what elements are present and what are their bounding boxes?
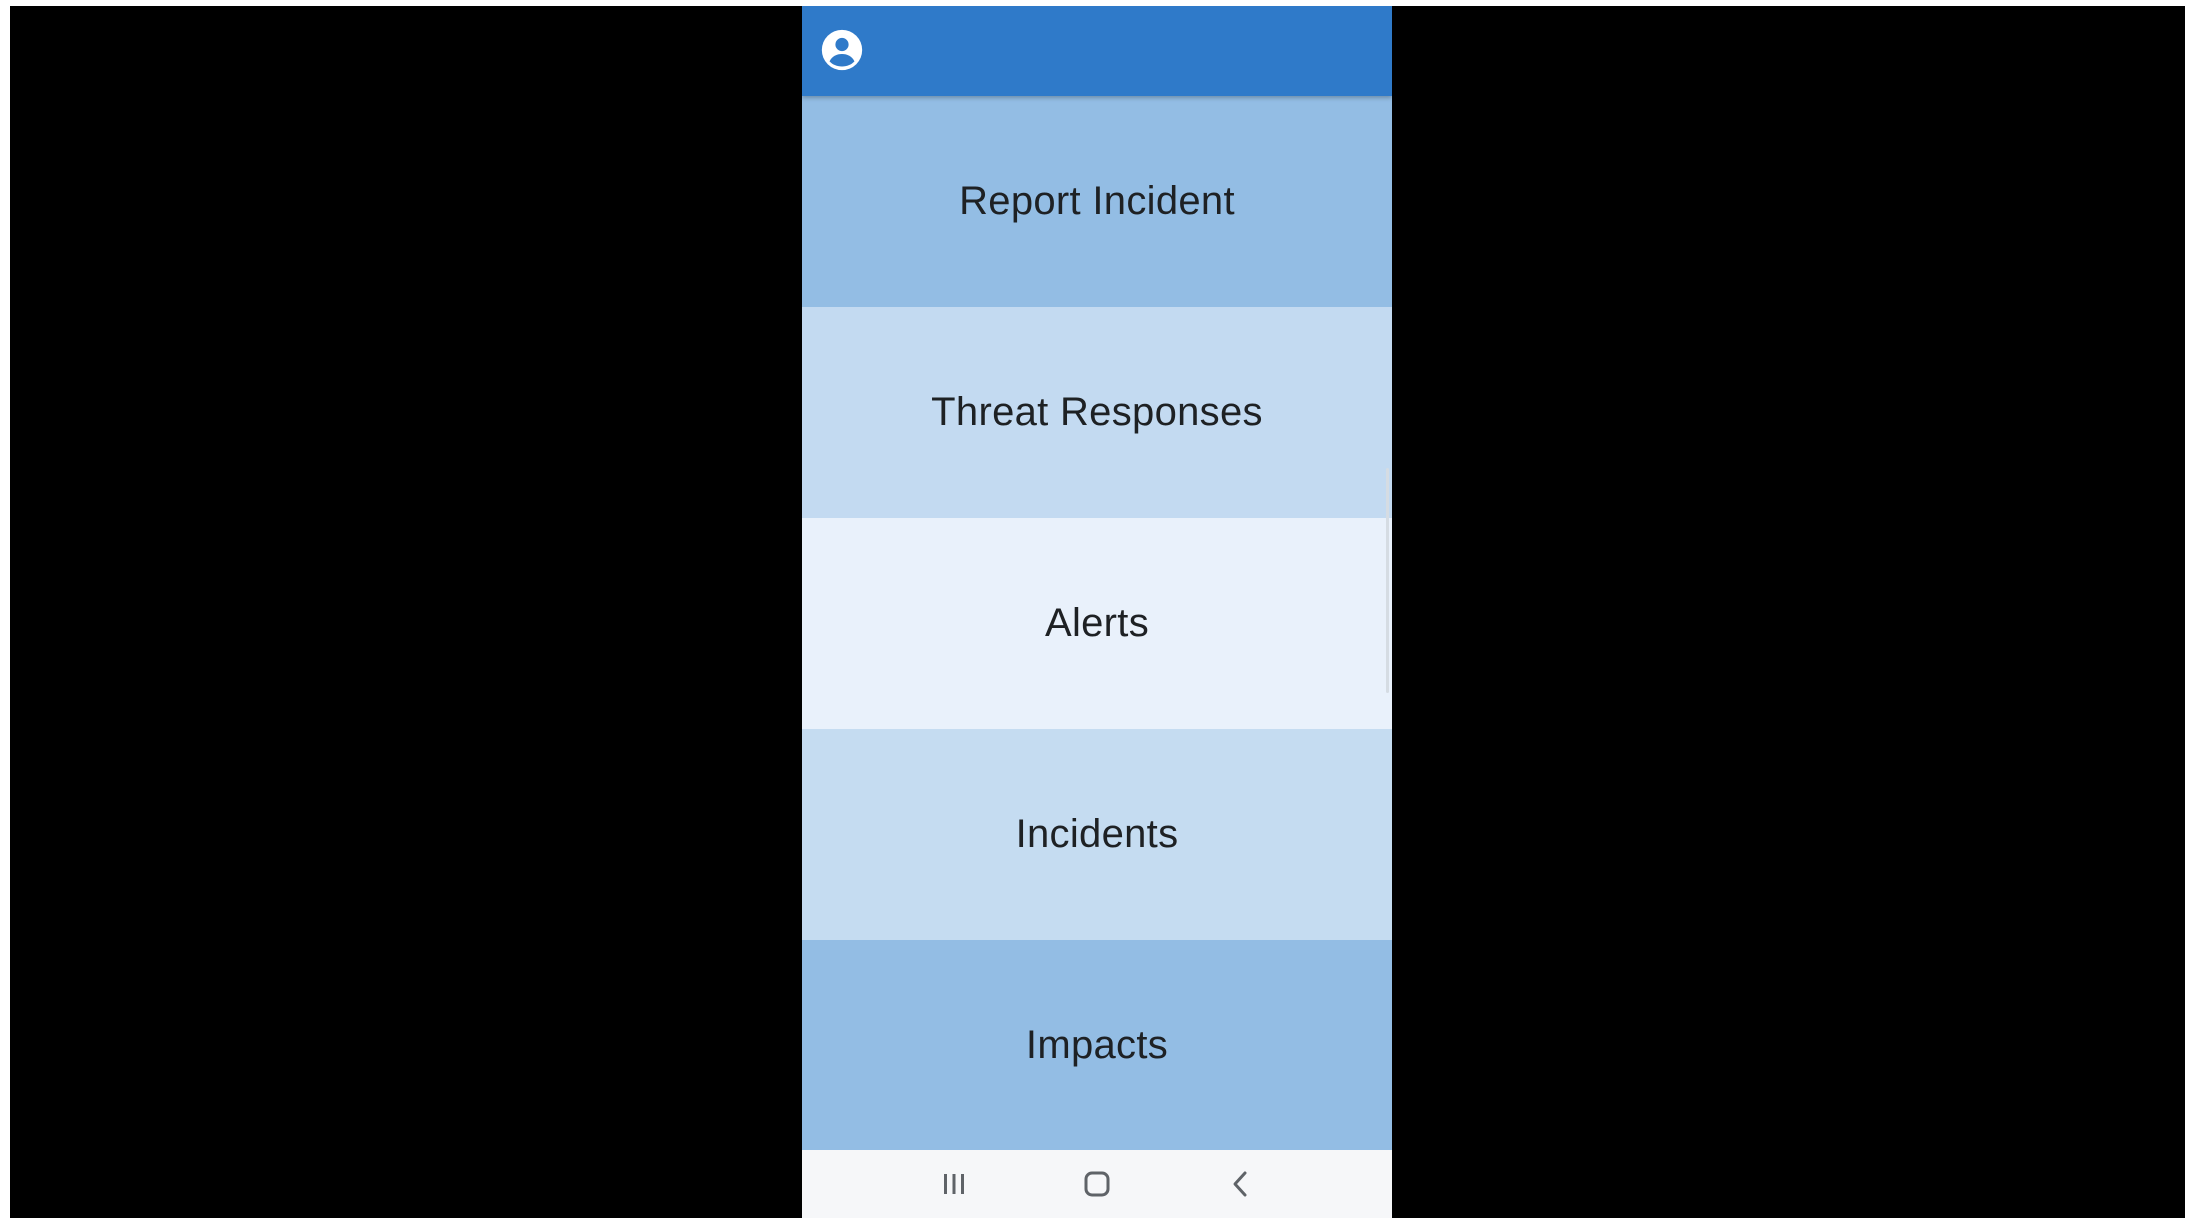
menu-item-label: Impacts	[1025, 1023, 1169, 1067]
menu-item-label: Report Incident	[959, 179, 1235, 223]
menu-item-label: Alerts	[1044, 601, 1150, 645]
menu-item-impacts[interactable]: Impacts	[802, 940, 1392, 1151]
home-button[interactable]	[1067, 1159, 1127, 1209]
recents-icon	[943, 1174, 964, 1194]
menu-item-label: Threat Responses	[931, 390, 1263, 434]
main-menu: Report Incident Threat Responses Alerts …	[802, 96, 1392, 1151]
account-button[interactable]	[818, 26, 866, 74]
recents-button[interactable]	[924, 1159, 984, 1209]
system-nav-bar	[802, 1150, 1392, 1218]
back-button[interactable]	[1210, 1159, 1270, 1209]
home-icon	[1084, 1171, 1110, 1197]
back-icon	[1233, 1171, 1247, 1197]
menu-item-threat-responses[interactable]: Threat Responses	[802, 307, 1392, 518]
scrollbar[interactable]	[1386, 468, 1389, 693]
menu-item-label: Incidents	[1015, 812, 1179, 856]
account-circle-icon	[821, 29, 863, 71]
menu-item-report-incident[interactable]: Report Incident	[802, 96, 1392, 307]
video-frame-background: Report Incident Threat Responses Alerts …	[10, 6, 2185, 1218]
menu-item-alerts[interactable]: Alerts	[802, 518, 1392, 729]
app-bar	[802, 6, 1392, 96]
menu-item-incidents[interactable]: Incidents	[802, 729, 1392, 940]
phone-screen: Report Incident Threat Responses Alerts …	[802, 6, 1392, 1218]
